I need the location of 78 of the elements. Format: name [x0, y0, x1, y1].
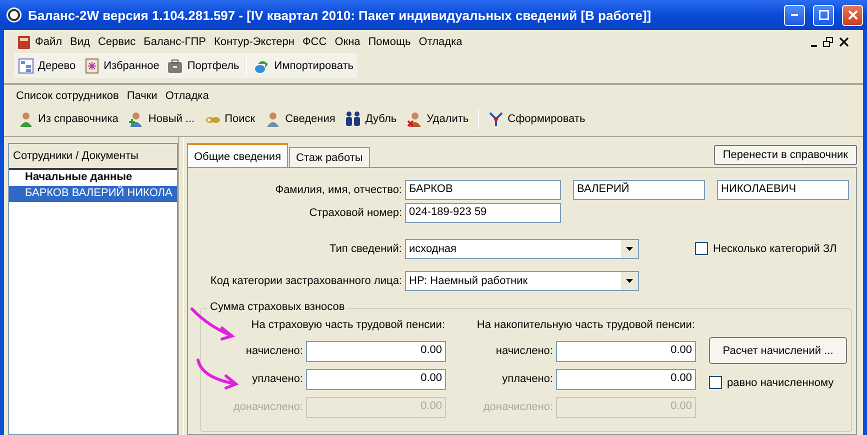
input-field[interactable]: 024-189-923 59: [405, 202, 561, 222]
group-title: Сумма страховых взносов: [207, 301, 348, 313]
field-label: уплачено:: [502, 373, 553, 385]
minimize-button[interactable]: [784, 4, 805, 26]
app-icon: [6, 7, 22, 23]
menu-item[interactable]: Файл: [12, 32, 66, 52]
transfer-button[interactable]: Перенести в справочник: [714, 145, 857, 165]
toolbar-button[interactable]: Сформировать: [484, 109, 590, 129]
field-label: доначислено:: [483, 401, 553, 413]
input-field[interactable]: НИКОЛАЕВИЧ: [717, 180, 849, 200]
close-icon: [839, 36, 849, 46]
input-field[interactable]: БАРКОВ: [405, 180, 561, 200]
field-label: Фамилия, имя, отчество:: [274, 184, 402, 196]
maximize-icon: [818, 10, 828, 20]
close-button[interactable]: [842, 4, 863, 26]
menu-item[interactable]: Помощь: [364, 34, 415, 50]
input-field[interactable]: 0.00: [556, 340, 696, 362]
restore-icon: [823, 36, 833, 46]
column-title: На накопительную часть трудовой пенсии:: [476, 319, 696, 333]
menu-item[interactable]: Сервис: [94, 34, 140, 50]
column-header: Сотрудники / Документы: [9, 144, 178, 170]
dropdown[interactable]: НР: Наемный работник: [405, 270, 639, 290]
field-label: Код категории застрахованного лица:: [209, 274, 402, 286]
toolbar-button[interactable]: Сведения: [261, 109, 340, 129]
toolbar-button[interactable]: Из справочника: [14, 109, 122, 129]
field-label: Тип сведений:: [328, 242, 402, 254]
minimize-icon: [791, 14, 798, 16]
toolbar-button[interactable]: Новый ...: [124, 109, 199, 129]
dropdown[interactable]: исходная: [405, 238, 639, 258]
close-icon: [848, 10, 858, 20]
field-label: начислено:: [246, 345, 303, 357]
checkbox-label: Несколько категорий ЗЛ: [713, 242, 837, 254]
checkbox[interactable]: [695, 242, 708, 255]
person-delete-icon: [406, 111, 423, 127]
toolbar-button[interactable]: Поиск: [200, 109, 260, 129]
input-field[interactable]: 0.00: [306, 340, 446, 362]
scroll-icon: [84, 58, 100, 74]
tree-item[interactable]: БАРКОВ ВАЛЕРИЙ НИКОЛА: [9, 186, 178, 202]
person-icon: [18, 111, 34, 127]
menu-item[interactable]: Пачки: [122, 88, 162, 104]
field-label: доначислено:: [233, 401, 303, 413]
menu-item[interactable]: Вид: [66, 34, 94, 50]
briefcase-icon: [167, 58, 184, 74]
toolbar-button[interactable]: Удалить: [402, 109, 473, 129]
menu-item[interactable]: Окна: [330, 34, 364, 50]
field-label: начислено:: [496, 345, 553, 357]
person-add-icon: [128, 111, 144, 127]
toolbar-button[interactable]: Дубль: [341, 109, 401, 129]
menu-item[interactable]: Список сотрудников: [12, 88, 123, 104]
input-field[interactable]: 0.00: [306, 368, 446, 390]
menu-item[interactable]: Отладка: [414, 34, 466, 50]
person-icon: [265, 111, 282, 127]
tab[interactable]: Общие сведения: [187, 143, 288, 167]
calculate-button[interactable]: Расчет начислений ...: [709, 337, 847, 364]
checkbox[interactable]: [709, 376, 722, 389]
field-label: уплачено:: [252, 373, 303, 385]
two-people-icon: [345, 111, 362, 127]
tree-icon: [18, 58, 34, 74]
field-label: Страховой номер:: [308, 206, 402, 218]
toolbar-button[interactable]: Импортировать: [250, 56, 358, 76]
toolbar-button[interactable]: Портфель: [163, 56, 244, 76]
input-field[interactable]: ВАЛЕРИЙ: [573, 180, 705, 200]
toolbar-button[interactable]: Избранное: [80, 56, 164, 76]
menu-item[interactable]: Отладка: [161, 88, 213, 104]
toolbar-button[interactable]: Дерево: [14, 56, 80, 76]
tree-item[interactable]: Начальные данные: [9, 170, 178, 186]
maximize-button[interactable]: [813, 4, 834, 26]
column-title: На страховую часть трудовой пенсии:: [250, 319, 446, 333]
input-field[interactable]: 0.00: [556, 368, 696, 390]
arrows-icon: [488, 111, 504, 127]
window-title: Баланс-2W версия 1.104.281.597 - [IV квартал 2010: Пакет индивидуальных сведений [В работе]]: [28, 8, 652, 22]
menu-item[interactable]: Баланс-ГПР: [140, 34, 210, 50]
menu-item[interactable]: Контур-Экстерн: [210, 34, 298, 50]
checkbox-label: равно начисленному: [727, 376, 834, 388]
minimize-icon: [811, 44, 817, 46]
menu-item[interactable]: ФСС: [298, 34, 331, 50]
book-icon: [16, 34, 32, 50]
tab[interactable]: Стаж работы: [289, 147, 370, 167]
